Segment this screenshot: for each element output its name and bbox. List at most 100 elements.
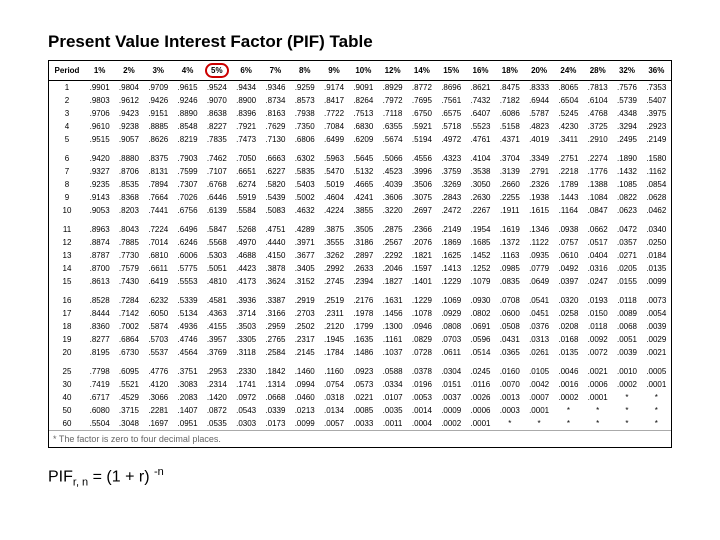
value-cell: .2843 [437, 191, 466, 204]
value-cell: .7695 [407, 94, 436, 107]
period-cell: 15 [49, 275, 85, 288]
value-cell: .5303 [202, 249, 231, 262]
value-cell: .0623 [612, 204, 641, 217]
value-cell: .0668 [261, 391, 290, 404]
value-cell: .8333 [524, 81, 553, 95]
value-cell: .7722 [319, 107, 348, 120]
value-cell: .8700 [85, 262, 114, 275]
value-cell: .0929 [437, 307, 466, 320]
value-cell: .0854 [642, 178, 671, 191]
value-cell: .9174 [319, 81, 348, 95]
value-cell: .1443 [554, 191, 583, 204]
table-row: 4.9610.9238.8885.8548.8227.7921.7629.735… [49, 120, 671, 133]
col-header: 16% [466, 61, 495, 81]
value-cell: .9706 [85, 107, 114, 120]
value-cell: .9246 [173, 94, 202, 107]
value-cell: .0005 [642, 365, 671, 378]
period-cell: 30 [49, 378, 85, 391]
value-cell: .9151 [144, 107, 173, 120]
period-cell: 3 [49, 107, 85, 120]
value-cell: .0951 [173, 417, 202, 430]
value-cell: .6407 [466, 107, 495, 120]
value-cell: .1122 [524, 236, 553, 249]
value-cell: .0213 [290, 404, 319, 417]
value-cell: .1229 [437, 275, 466, 288]
value-cell: .5919 [231, 191, 260, 204]
value-cell: * [554, 417, 583, 430]
value-cell: .7353 [642, 81, 671, 95]
col-header: 9% [319, 61, 348, 81]
value-cell: .2149 [437, 223, 466, 236]
value-cell: .0271 [612, 249, 641, 262]
value-cell: .0002 [437, 417, 466, 430]
value-cell: .5002 [290, 191, 319, 204]
value-cell: .1635 [349, 333, 378, 346]
value-cell: .2923 [642, 120, 671, 133]
value-cell: .7576 [612, 81, 641, 95]
value-cell: .2910 [583, 133, 612, 146]
value-cell: .2317 [290, 333, 319, 346]
value-cell: .0001 [524, 404, 553, 417]
value-cell: .6730 [114, 346, 143, 359]
value-cell: .3118 [231, 346, 260, 359]
value-cell: .0508 [495, 320, 524, 333]
value-cell: .0304 [437, 365, 466, 378]
value-cell: * [612, 417, 641, 430]
table-row: 25.7798.6095.4776.3751.2953.2330.1842.14… [49, 365, 671, 378]
period-cell: 12 [49, 236, 85, 249]
value-cell: .0822 [612, 191, 641, 204]
value-cell: .3751 [173, 365, 202, 378]
value-cell: .4440 [261, 236, 290, 249]
value-cell: .1784 [319, 346, 348, 359]
period-cell: 1 [49, 81, 85, 95]
value-cell: .8396 [231, 107, 260, 120]
value-cell: .0021 [642, 346, 671, 359]
value-cell: .3704 [495, 152, 524, 165]
value-cell: .0972 [231, 391, 260, 404]
value-cell: .2076 [407, 236, 436, 249]
value-cell: .0105 [524, 365, 553, 378]
value-cell: .0247 [583, 275, 612, 288]
value-cell: .0872 [202, 404, 231, 417]
value-cell: .2149 [642, 133, 671, 146]
value-cell: .4823 [524, 120, 553, 133]
value-cell: .3220 [378, 204, 407, 217]
value-cell: .8548 [173, 120, 202, 133]
value-cell: .9238 [114, 120, 143, 133]
value-cell: .7835 [202, 133, 231, 146]
value-cell: .1300 [378, 320, 407, 333]
value-cell: .2897 [349, 249, 378, 262]
value-cell: .9426 [144, 94, 173, 107]
formula-mid: = (1 + r) [88, 468, 154, 485]
value-cell: * [524, 417, 553, 430]
value-cell: .0168 [554, 333, 583, 346]
value-cell: .1085 [612, 178, 641, 191]
value-cell: .1821 [407, 249, 436, 262]
value-cell: .9070 [202, 94, 231, 107]
value-cell: .0070 [495, 378, 524, 391]
value-cell: .0072 [583, 346, 612, 359]
value-cell: .0378 [407, 365, 436, 378]
value-cell: .0085 [349, 404, 378, 417]
value-cell: .2255 [495, 191, 524, 204]
value-cell: .5820 [261, 178, 290, 191]
col-header: 7% [261, 61, 290, 81]
value-cell: .0994 [290, 378, 319, 391]
value-cell: .0011 [378, 417, 407, 430]
value-cell: .5674 [378, 133, 407, 146]
value-cell: .6651 [231, 165, 260, 178]
col-header: 36% [642, 61, 671, 81]
value-cell: .5268 [231, 223, 260, 236]
value-cell: .1869 [437, 236, 466, 249]
value-cell: .3387 [261, 294, 290, 307]
value-cell: .1799 [349, 320, 378, 333]
value-cell: .3152 [290, 275, 319, 288]
value-cell: .0847 [583, 204, 612, 217]
period-cell: 7 [49, 165, 85, 178]
value-cell: .7579 [114, 262, 143, 275]
value-cell: .6575 [437, 107, 466, 120]
value-cell: .0160 [495, 365, 524, 378]
value-cell: .9091 [349, 81, 378, 95]
page-title: Present Value Interest Factor (PIF) Tabl… [48, 32, 672, 52]
value-cell: .6227 [261, 165, 290, 178]
